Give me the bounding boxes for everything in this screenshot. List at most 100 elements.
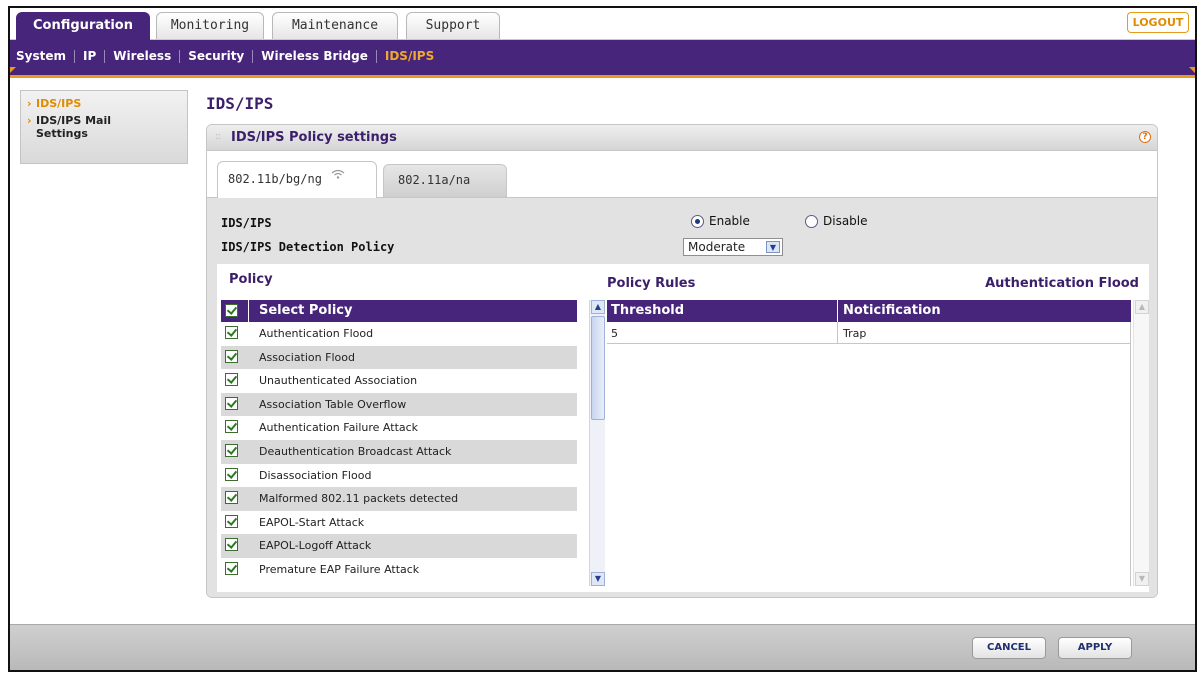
policy-checkbox[interactable] (225, 349, 238, 363)
chevron-right-icon: › (27, 114, 32, 127)
policy-name: Association Table Overflow (259, 397, 407, 411)
sub-navigation: System IP Wireless Security Wireless Bri… (10, 40, 1195, 78)
left-menu-item-ids-ips[interactable]: › IDS/IPS (27, 97, 181, 110)
threshold-value: 5 (611, 327, 618, 340)
scroll-up-icon[interactable]: ▲ (591, 300, 605, 314)
subnav-ip[interactable]: IP (83, 49, 96, 63)
subnav-divider (179, 49, 181, 63)
policy-rules-table: Threshold Noticification 5 Trap (607, 300, 1131, 586)
policy-row[interactable]: Association Table Overflow (221, 392, 577, 417)
radio-unselected-icon (805, 214, 818, 228)
policy-rows: Authentication Flood Association Flood U… (221, 322, 577, 582)
policy-checkbox[interactable] (225, 326, 238, 339)
policy-scrollbar[interactable]: ▲ ▼ (589, 300, 605, 586)
help-icon[interactable]: ? (1139, 131, 1151, 143)
subnav-divider (104, 49, 106, 63)
panel-title: IDS/IPS Policy settings (231, 130, 397, 145)
scrollbar-thumb[interactable] (591, 316, 605, 420)
policy-table: Select Policy Authentication Flood Assoc… (221, 300, 581, 586)
policy-row[interactable]: Malformed 802.11 packets detected (221, 487, 577, 511)
scroll-down-icon: ▼ (1135, 572, 1149, 586)
detection-policy-select[interactable]: Moderate ▼ (683, 238, 783, 256)
footer-bar: CANCEL APPLY (10, 624, 1195, 670)
policy-table-header: Select Policy (221, 300, 577, 322)
subnav-system[interactable]: System (16, 49, 66, 63)
policy-checkbox[interactable] (225, 561, 238, 575)
subnav-divider (74, 49, 75, 63)
panel-header: :: IDS/IPS Policy settings ? (207, 125, 1157, 151)
policy-name: Authentication Failure Attack (259, 421, 419, 435)
policy-tables: Policy Policy Rules Authentication Flood… (217, 264, 1149, 592)
policy-name: Premature EAP Failure Attack (259, 562, 420, 576)
policy-row[interactable]: EAPOL-Logoff Attack (221, 534, 577, 558)
wifi-icon (331, 169, 345, 179)
tab-configuration[interactable]: Configuration (16, 12, 150, 40)
drag-grip-icon: :: (215, 131, 221, 142)
subnav-divider (252, 49, 254, 63)
select-policy-header: Select Policy (259, 303, 353, 318)
policy-name: Disassociation Flood (259, 468, 372, 482)
left-menu: › IDS/IPS › IDS/IPS Mail Settings (20, 90, 188, 164)
column-divider (837, 322, 838, 344)
tab-802-11a-na[interactable]: 802.11a/na (383, 164, 507, 197)
policy-row[interactable]: Unauthenticated Association (221, 369, 577, 393)
column-divider (837, 300, 838, 322)
scroll-up-icon: ▲ (1135, 300, 1149, 314)
threshold-header: Threshold (611, 303, 685, 318)
tab-maintenance[interactable]: Maintenance (272, 12, 398, 39)
policy-name: EAPOL-Logoff Attack (259, 539, 372, 553)
policy-checkbox[interactable] (225, 467, 238, 481)
apply-button[interactable]: APPLY (1058, 637, 1132, 659)
rules-table-header: Threshold Noticification (607, 300, 1131, 322)
policy-row[interactable]: Premature EAP Failure Attack (221, 557, 577, 582)
policy-form-area: IDS/IPS IDS/IPS Detection Policy Enable … (207, 197, 1157, 597)
cancel-button[interactable]: CANCEL (972, 637, 1046, 659)
subnav-divider (375, 49, 377, 63)
tab-monitoring[interactable]: Monitoring (156, 12, 264, 39)
policy-row[interactable]: Disassociation Flood (221, 463, 577, 488)
selected-policy-heading: Authentication Flood (985, 276, 1139, 291)
column-divider (248, 300, 249, 322)
chevron-down-icon[interactable]: ▼ (766, 241, 780, 253)
left-menu-label: IDS/IPS (36, 97, 82, 110)
policy-checkbox[interactable] (225, 396, 238, 410)
subnav-ids-ips[interactable]: IDS/IPS (385, 49, 434, 63)
policy-name: Unauthenticated Association (259, 374, 418, 388)
tab-label: 802.11b/bg/ng (228, 172, 322, 186)
policy-row[interactable]: Authentication Flood (221, 322, 577, 346)
tab-support[interactable]: Support (406, 12, 500, 39)
top-tab-bar: Configuration Monitoring Maintenance Sup… (10, 8, 1195, 40)
subnav-wireless[interactable]: Wireless (113, 49, 171, 63)
subnav-security[interactable]: Security (188, 49, 244, 63)
chevron-right-icon: › (27, 97, 32, 110)
radio-selected-icon (691, 214, 704, 228)
policy-row[interactable]: EAPOL-Start Attack (221, 510, 577, 535)
disable-radio[interactable]: Disable (805, 214, 868, 228)
policy-checkbox[interactable] (225, 491, 238, 505)
notification-value: Trap (843, 327, 867, 340)
rules-scrollbar: ▲ ▼ (1133, 300, 1149, 586)
logout-button[interactable]: LOGOUT (1127, 12, 1189, 33)
tab-802-11b-bg-ng[interactable]: 802.11b/bg/ng (217, 161, 377, 198)
policy-row[interactable]: Deauthentication Broadcast Attack (221, 439, 577, 464)
policy-row[interactable]: Association Flood (221, 345, 577, 370)
rules-table-row[interactable]: 5 Trap (607, 322, 1131, 344)
policy-checkbox[interactable] (225, 443, 238, 457)
policy-row[interactable]: Authentication Failure Attack (221, 416, 577, 440)
policy-rules-heading: Policy Rules (607, 276, 696, 291)
policy-checkbox[interactable] (225, 420, 238, 434)
policy-checkbox[interactable] (225, 538, 238, 552)
policy-checkbox[interactable] (225, 373, 238, 387)
left-menu-label: IDS/IPS Mail Settings (36, 114, 111, 140)
policy-name: Association Flood (259, 350, 355, 364)
enable-radio[interactable]: Enable (691, 214, 750, 228)
disable-label: Disable (823, 214, 868, 228)
policy-name: Deauthentication Broadcast Attack (259, 444, 452, 458)
policy-name: EAPOL-Start Attack (259, 515, 365, 529)
scroll-down-icon[interactable]: ▼ (591, 572, 605, 586)
select-all-checkbox[interactable] (225, 304, 238, 317)
policy-checkbox[interactable] (225, 514, 238, 528)
subnav-wireless-bridge[interactable]: Wireless Bridge (261, 49, 368, 63)
enable-label: Enable (709, 214, 750, 228)
left-menu-item-mail-settings[interactable]: › IDS/IPS Mail Settings (27, 114, 181, 140)
